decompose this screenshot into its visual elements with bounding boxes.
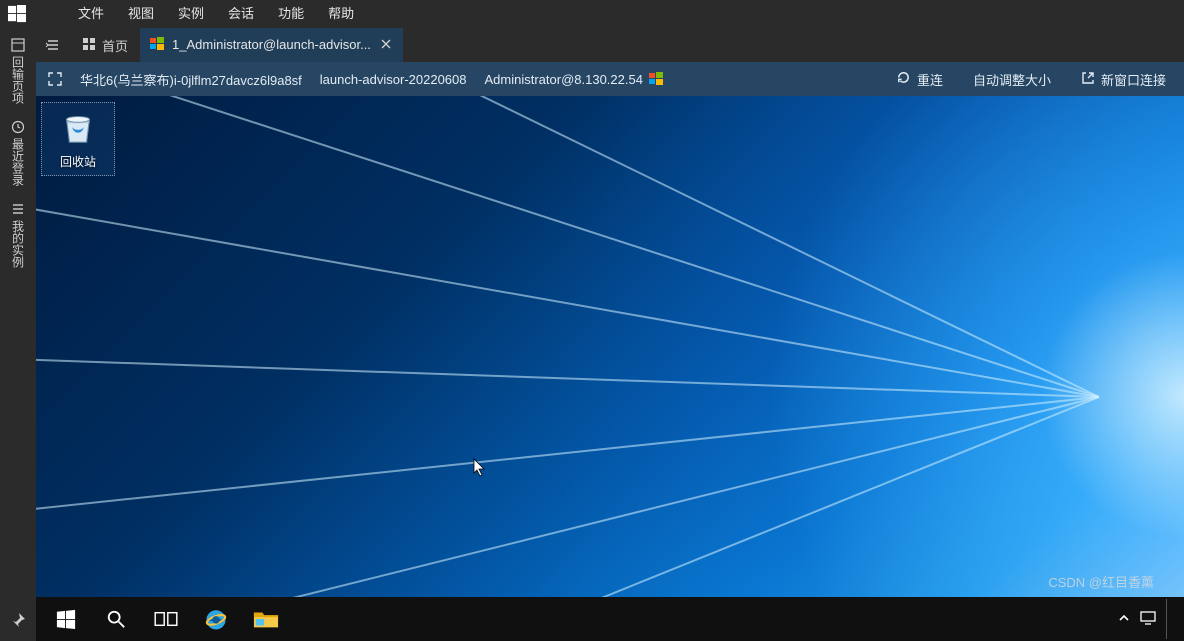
menu-help[interactable]: 帮助	[316, 0, 366, 28]
sidebar-item-label: 最近登录	[10, 138, 27, 186]
windows-mini-icon	[150, 37, 164, 51]
sidebar-item-1[interactable]: 最近登录	[10, 114, 27, 192]
search-button[interactable]	[92, 597, 140, 641]
sidebar-item-label: 回输页项	[10, 56, 27, 104]
remote-taskbar	[36, 597, 1184, 641]
reload-icon	[896, 70, 911, 88]
recycle-bin-desktop-icon[interactable]: 回收站	[41, 102, 115, 176]
menu-file[interactable]: 文件	[66, 0, 116, 28]
sidebar-item-0[interactable]: 回输页项	[10, 32, 27, 110]
info-region-instance: 华北6(乌兰察布)i-0jlflm27davcz6l9a8sf	[80, 70, 302, 89]
tabstrip: 首页 1_Administrator@launch-advisor...	[36, 28, 1184, 62]
remote-desktop[interactable]: 回收站 CSDN @红目香薰	[36, 96, 1184, 641]
external-link-icon	[1081, 71, 1095, 88]
sidebar: 回输页项 最近登录 我的实例	[0, 28, 36, 641]
system-tray	[1118, 597, 1178, 641]
tab-session-label: 1_Administrator@launch-advisor...	[172, 37, 371, 52]
tray-up-icon[interactable]	[1118, 612, 1130, 627]
recycle-bin-icon	[59, 108, 97, 149]
new-window-label: 新窗口连接	[1101, 70, 1166, 89]
reconnect-button[interactable]: 重连	[890, 66, 949, 93]
close-icon[interactable]	[379, 37, 393, 51]
list-icon	[11, 202, 25, 216]
tray-monitor-icon[interactable]	[1140, 611, 1156, 628]
show-desktop-button[interactable]	[1166, 599, 1172, 639]
panel-icon	[11, 38, 25, 52]
info-user-host-text: Administrator@8.130.22.54	[485, 72, 643, 87]
info-instance-name: launch-advisor-20220608	[320, 72, 467, 87]
start-button[interactable]	[42, 597, 90, 641]
menu-view[interactable]: 视图	[116, 0, 166, 28]
tab-home-label: 首页	[102, 36, 128, 55]
tab-session-1[interactable]: 1_Administrator@launch-advisor...	[140, 28, 403, 62]
grid-icon	[82, 37, 96, 54]
clock-icon	[11, 120, 25, 134]
new-window-button[interactable]: 新窗口连接	[1075, 66, 1172, 93]
recycle-bin-label: 回收站	[60, 153, 96, 170]
menu-session[interactable]: 会话	[216, 0, 266, 28]
sidebar-item-2[interactable]: 我的实例	[10, 196, 27, 274]
infobar: 华北6(乌兰察布)i-0jlflm27davcz6l9a8sf launch-a…	[36, 62, 1184, 96]
menu-instance[interactable]: 实例	[166, 0, 216, 28]
file-explorer-button[interactable]	[242, 597, 290, 641]
tab-home[interactable]: 首页	[70, 28, 140, 62]
sidebar-item-label: 我的实例	[10, 220, 27, 268]
windows-logo-icon	[8, 5, 26, 23]
internet-explorer-button[interactable]	[192, 597, 240, 641]
auto-resize-button[interactable]: 自动调整大小	[967, 66, 1057, 93]
wallpaper	[36, 96, 1184, 641]
task-view-button[interactable]	[142, 597, 190, 641]
pin-icon[interactable]	[9, 611, 27, 629]
menubar: 文件 视图 实例 会话 功能 帮助	[0, 0, 1184, 28]
reconnect-label: 重连	[917, 70, 943, 89]
info-user-host: Administrator@8.130.22.54	[485, 72, 663, 87]
menu-feature[interactable]: 功能	[266, 0, 316, 28]
fullscreen-icon[interactable]	[48, 72, 62, 86]
collapse-sidebar-button[interactable]	[36, 28, 70, 62]
windows-mini-icon	[649, 72, 663, 86]
